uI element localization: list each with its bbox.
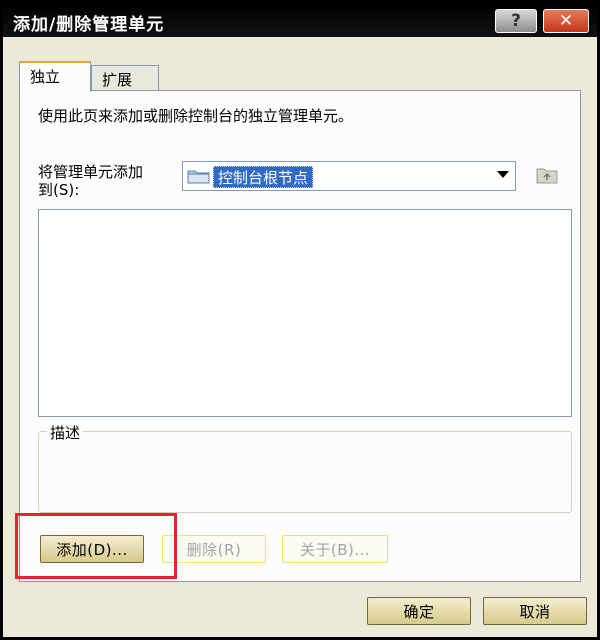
description-group: 描述 [38,422,572,513]
cancel-button[interactable]: 取消 [483,597,587,625]
help-icon: ? [511,11,521,31]
add-to-label-line1: 将管理单元添加 [38,163,144,181]
chevron-down-icon[interactable] [497,171,509,178]
folder-icon [187,170,210,184]
add-to-combobox[interactable]: 控制台根节点 [182,161,516,191]
window-title: 添加/删除管理单元 [13,15,165,35]
title-bar[interactable]: 添加/删除管理单元 ? ✕ [3,3,597,37]
close-icon: ✕ [558,11,574,31]
snapin-list[interactable] [38,209,572,417]
ok-button[interactable]: 确定 [367,597,471,625]
page-description: 使用此页来添加或删除控制台的独立管理单元。 [38,107,354,125]
dialog-window: 添加/删除管理单元 ? ✕ 独立 扩展 使用此页来添加或删除控制台的独立管理单元… [0,0,600,640]
help-button[interactable]: ? [495,9,537,33]
annotation-highlight-box [15,513,177,579]
add-to-label-line2: 到(S): [38,181,80,199]
combo-selected-value: 控制台根节点 [213,166,314,188]
tab-panel: 使用此页来添加或删除控制台的独立管理单元。 将管理单元添加 到(S): 控制台根… [19,90,581,582]
about-button[interactable]: 关于(B)... [282,535,388,563]
close-button[interactable]: ✕ [543,9,589,33]
add-to-label: 将管理单元添加 到(S): [38,163,178,199]
remove-button[interactable]: 删除(R) [162,535,266,563]
description-group-title: 描述 [47,422,84,443]
folder-up-icon[interactable] [536,165,558,185]
tab-extensions[interactable]: 扩展 [91,65,159,91]
tab-standalone[interactable]: 独立 [19,61,91,92]
